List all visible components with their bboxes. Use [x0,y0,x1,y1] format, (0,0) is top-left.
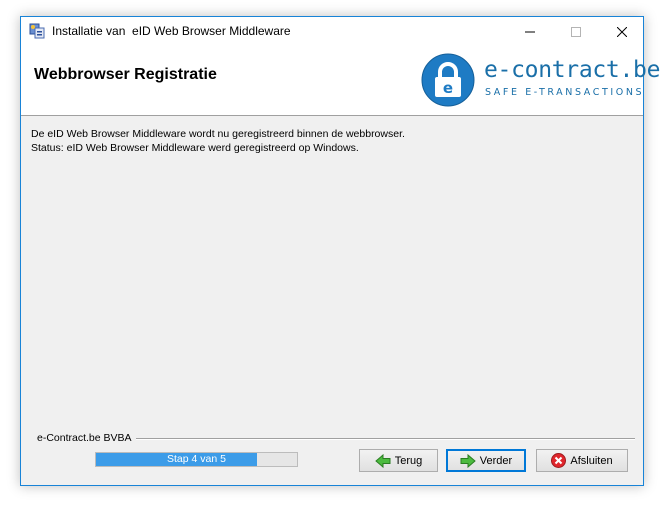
svg-text:e: e [443,79,453,97]
close-window-button[interactable] [599,17,645,47]
title-bar[interactable]: Installatie van eID Web Browser Middlewa… [21,17,643,47]
exit-button-label: Afsluiten [570,454,613,467]
exit-button[interactable]: Afsluiten [536,449,628,472]
progress-label: Stap 4 van 5 [167,453,226,465]
logo-wordmark: e-contract.be [484,57,661,83]
maximize-button[interactable] [553,17,599,47]
next-button[interactable]: Verder [446,449,526,472]
status-line-2: Status: eID Web Browser Middleware werd … [31,142,359,154]
wizard-header: Webbrowser Registratie e e-contract.be S… [21,47,660,116]
status-line-1: De eID Web Browser Middleware wordt nu g… [31,128,405,140]
status-text: De eID Web Browser Middleware wordt nu g… [31,127,405,155]
minimize-button[interactable] [507,17,553,47]
minimize-icon [525,31,535,33]
step-progress-bar: Stap 4 van 5 [95,452,298,467]
arrow-right-icon [460,453,476,468]
next-button-label: Verder [479,454,513,467]
company-label: e-Contract.be BVBA [37,432,136,444]
maximize-icon [571,27,581,37]
padlock-logo-icon: e [421,53,475,107]
installer-icon [29,23,45,39]
installer-window: Installatie van eID Web Browser Middlewa… [20,16,660,486]
cancel-icon [551,453,567,468]
back-button-label: Terug [394,454,423,467]
window-title: Installatie van eID Web Browser Middlewa… [52,24,291,38]
back-button[interactable]: Terug [359,449,438,472]
close-icon [617,27,627,37]
page-title: Webbrowser Registratie [34,66,217,83]
e-contract-logo: e e-contract.be SAFE E-TRANSACTIONS [421,53,660,107]
logo-tagline: SAFE E-TRANSACTIONS [485,87,645,98]
arrow-left-icon [374,453,391,468]
